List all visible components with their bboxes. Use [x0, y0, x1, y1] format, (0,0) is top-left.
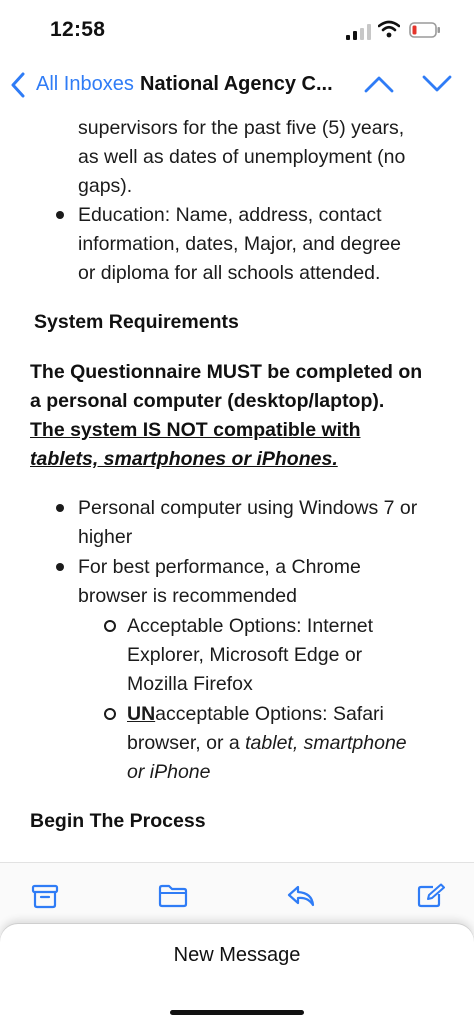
new-message-label[interactable]: New Message	[0, 944, 474, 967]
education-bullet: Education: Name, address, contact inform…	[78, 201, 401, 288]
archive-icon[interactable]	[30, 883, 60, 909]
back-button-all-inboxes[interactable]: All Inboxes	[36, 73, 134, 96]
windows-requirement-bullet: Personal computer using Windows 7 or hig…	[78, 494, 417, 552]
bullet-dot	[56, 563, 64, 571]
begin-process-heading: Begin The Process	[30, 810, 206, 832]
chevron-left-icon[interactable]	[10, 72, 26, 98]
text-fragment: acceptable Options: Safari	[155, 703, 384, 725]
chevron-down-icon[interactable]	[422, 74, 452, 94]
chevron-up-icon[interactable]	[364, 74, 394, 94]
text-fragment: browser, or a	[127, 732, 246, 754]
text-line: Acceptable Options: Internet	[127, 615, 374, 637]
text-line: For best performance, a Chrome	[78, 556, 361, 578]
unacceptable-options-bullet: UNacceptable Options: Safari browser, or…	[127, 700, 407, 787]
wifi-icon	[378, 20, 400, 38]
text-line: or diploma for all schools attended.	[78, 262, 381, 284]
system-requirements-heading: System Requirements	[34, 311, 239, 333]
bottom-toolbar	[0, 862, 474, 925]
sub-bullet-circle	[104, 708, 116, 720]
bullet-dot	[56, 504, 64, 512]
battery-low-icon	[409, 22, 440, 38]
home-indicator	[170, 1010, 304, 1015]
text-line: higher	[78, 526, 133, 548]
sub-bullet-circle	[104, 620, 116, 632]
warning-line-2: a personal computer (desktop/laptop).	[30, 390, 385, 412]
text-line: browser, or a tablet, smartphone	[127, 729, 407, 758]
cellular-signal-icon	[346, 24, 371, 40]
acceptable-options-bullet: Acceptable Options: Internet Explorer, M…	[127, 612, 373, 699]
email-sender-title: National Agency C...	[140, 73, 333, 95]
nav-bar: All Inboxes National Agency C...	[0, 62, 474, 110]
warning-line-4: tablets, smartphones or iPhones.	[30, 448, 338, 470]
text-line: Personal computer using Windows 7 or	[78, 497, 418, 519]
chrome-requirement-bullet: For best performance, a Chrome browser i…	[78, 553, 361, 611]
reply-icon[interactable]	[286, 883, 316, 909]
text-line: UNacceptable Options: Safari	[127, 700, 407, 729]
warning-line-1: The Questionnaire MUST be completed on	[30, 361, 423, 383]
text-line: browser is recommended	[78, 585, 297, 607]
text-line: supervisors for the past five (5) years,	[78, 117, 405, 139]
un-prefix: UN	[127, 703, 156, 725]
compose-icon[interactable]	[416, 883, 446, 909]
warning-line-3: The system IS NOT compatible with	[30, 419, 361, 441]
text-line: Education: Name, address, contact	[78, 204, 382, 226]
email-body[interactable]: supervisors for the past five (5) years,…	[0, 110, 474, 862]
text-line: Explorer, Microsoft Edge or	[127, 644, 363, 666]
new-message-sheet[interactable]: New Message	[0, 924, 474, 1025]
text-fragment: tablet, smartphone	[245, 732, 407, 754]
text-line: gaps).	[78, 175, 133, 197]
text-line: as well as dates of unemployment (no	[78, 146, 406, 168]
status-time: 12:58	[50, 18, 106, 41]
text-line: information, dates, Major, and degree	[78, 233, 402, 255]
previous-bullet-text: supervisors for the past five (5) years,…	[78, 114, 405, 201]
draft-sheet-area: New Message	[0, 924, 474, 1025]
folder-icon[interactable]	[158, 883, 188, 909]
text-line: Mozilla Firefox	[127, 673, 253, 695]
bullet-dot	[56, 211, 64, 219]
status-bar: 12:58	[0, 0, 474, 62]
text-line: or iPhone	[127, 761, 211, 783]
